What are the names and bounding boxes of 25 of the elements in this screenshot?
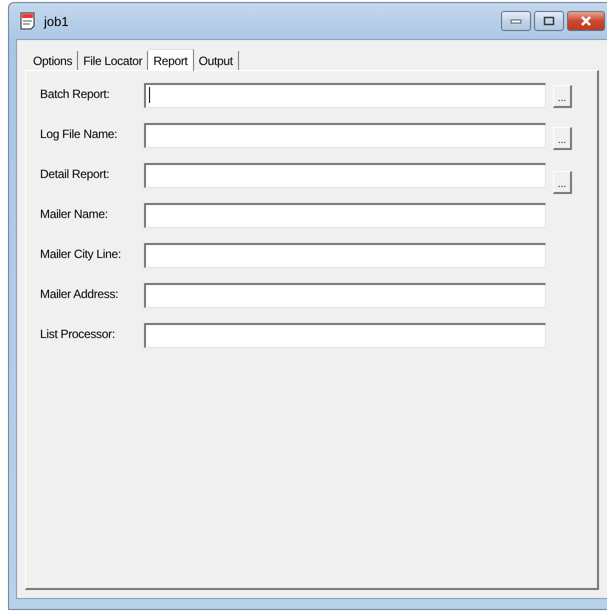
field-label: Detail Report: (40, 166, 110, 181)
maximize-button[interactable] (534, 11, 564, 31)
close-icon (579, 15, 593, 27)
input-field[interactable] (144, 163, 546, 188)
field-label: Mailer City Line: (40, 246, 122, 261)
minimize-button[interactable] (501, 11, 531, 31)
input-field[interactable] (144, 123, 546, 148)
input-field[interactable] (144, 243, 546, 268)
input-field[interactable] (144, 203, 546, 228)
maximize-icon (543, 16, 555, 26)
browse-button[interactable]: ... (553, 85, 572, 108)
tab[interactable]: Report (148, 49, 194, 71)
field-label: Mailer Name: (40, 206, 109, 221)
input-field[interactable] (144, 323, 546, 348)
close-button[interactable] (567, 11, 605, 31)
browse-button[interactable]: ... (553, 171, 572, 194)
field-label: List Processor: (40, 326, 116, 341)
minimize-icon (510, 18, 522, 24)
input-field[interactable] (144, 283, 546, 308)
field-label: Batch Report: (40, 86, 110, 101)
field-label: Mailer Address: (40, 286, 120, 301)
input-field[interactable] (144, 83, 546, 108)
field-label: Log File Name: (40, 126, 118, 141)
window-title: job1 (44, 14, 69, 28)
browse-button[interactable]: ... (553, 127, 572, 150)
